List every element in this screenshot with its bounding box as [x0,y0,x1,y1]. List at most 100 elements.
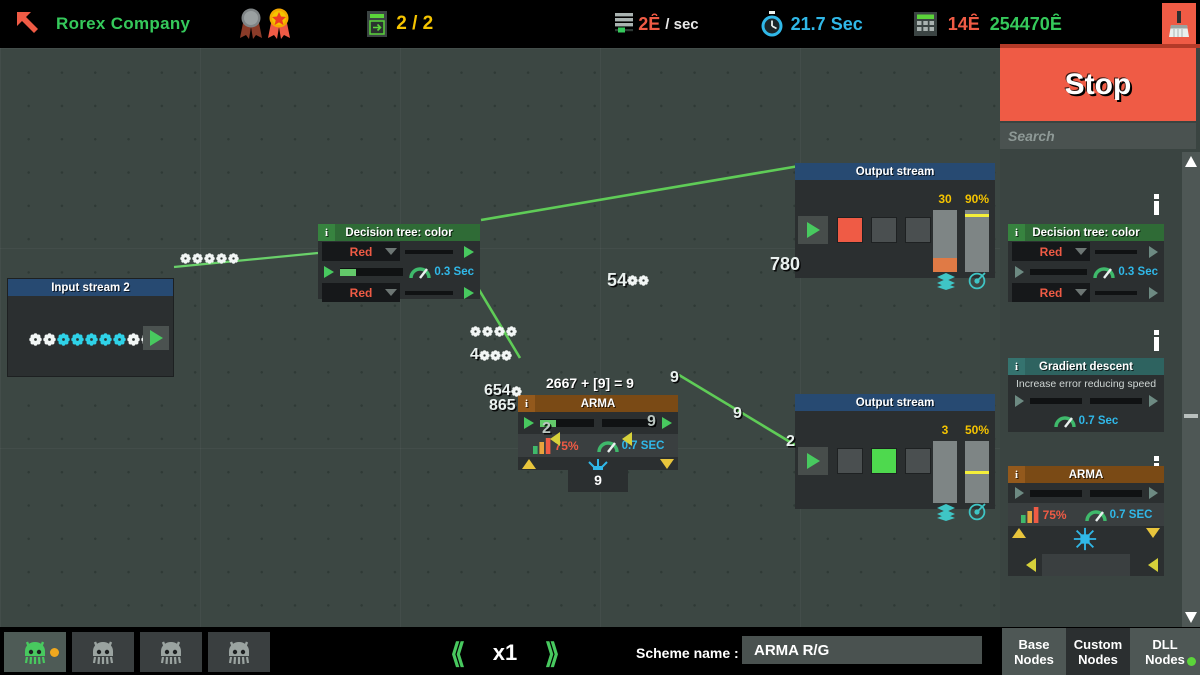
output-port[interactable] [1142,245,1164,258]
scheme-name-input[interactable]: ARMA R/G [742,636,982,664]
medals-group[interactable] [238,7,292,41]
arma-right-input-triangle-icon[interactable] [1148,558,1158,572]
input-color-dropdown[interactable]: Red [322,242,400,261]
node-title-bar: i Gradient descent [1008,358,1164,375]
node-graph-canvas[interactable]: Input stream 2 i Decision tree: color Re… [0,48,1000,627]
info-icon[interactable]: i [318,224,335,241]
node-title-text: Decision tree: color [1032,226,1140,239]
speed-slider[interactable] [1030,269,1088,275]
arma-right-input-triangle-icon[interactable] [622,432,632,446]
output-play-button[interactable] [798,447,828,475]
input-color-dropdown[interactable]: Red [1012,242,1090,261]
info-marker-2[interactable] [1154,330,1159,351]
node-title-text: ARMA [1068,468,1104,481]
tab-base-nodes[interactable]: Base Nodes [1002,628,1066,675]
arma-quality: 75% [1020,506,1067,523]
input-port[interactable] [318,266,340,278]
output-play-button[interactable] [798,216,828,244]
tab-label-line1: DLL [1152,636,1178,652]
arma-slider-left[interactable] [1030,489,1082,497]
arma-left-input-triangle-icon[interactable] [550,432,560,446]
output-port[interactable] [1142,487,1164,499]
chevron-left-icon[interactable]: ⟪ [450,637,466,670]
swatch-red[interactable] [837,217,863,243]
play-icon [662,417,672,429]
wire-label-4: 4 [470,346,512,364]
scrollbar-thumb[interactable] [1184,414,1198,418]
tab-dll-nodes[interactable]: DLL Nodes [1130,628,1200,675]
output-color-dropdown[interactable]: Red [1012,283,1090,302]
output-color-dropdown[interactable]: Red [322,283,400,302]
swatch-empty-2[interactable] [905,448,931,474]
tab-custom-nodes[interactable]: Custom Nodes [1066,628,1130,675]
gear-icon [501,349,512,361]
stop-button[interactable]: Stop [1000,48,1196,121]
input-play-button[interactable] [143,326,169,350]
output-port[interactable] [1142,395,1164,407]
gear-cluster [479,349,512,361]
info-icon[interactable]: i [1008,466,1025,483]
output-port[interactable] [458,286,480,299]
triangle-down-icon[interactable] [660,459,674,469]
scheme-tab-1[interactable] [4,632,66,672]
gd-slider-left[interactable] [1030,398,1082,404]
info-icon[interactable]: i [1008,358,1025,375]
info-marker-1[interactable] [1154,194,1159,215]
swatch-empty-1[interactable] [871,217,897,243]
node-decision-tree-color[interactable]: i Decision tree: color Red 0.3 Sec Red [318,224,480,302]
gauge-icon [1084,509,1107,522]
triangle-up-icon[interactable] [522,459,536,469]
tab-label-line2: Nodes [1078,651,1118,667]
speed-slider[interactable] [340,268,404,276]
stack-meter-body [933,210,957,272]
node-input-stream-2[interactable]: Input stream 2 [8,279,173,376]
triangle-down-icon[interactable] [1185,612,1197,623]
chevron-right-icon[interactable]: ⟫ [544,637,560,670]
output-port[interactable] [458,245,480,258]
accuracy-meter-body [965,210,989,272]
search-input[interactable]: Search [1000,123,1196,149]
output-port[interactable] [1142,286,1164,299]
dropdown-value: Red [349,244,373,259]
input-port[interactable] [1008,395,1030,407]
node-palette[interactable]: i Decision tree: color Red 0.3 Sec Red i… [1000,152,1196,627]
scheme-name-label: Scheme name : [636,645,739,661]
input-port[interactable] [518,417,540,429]
gear-icon [71,333,84,346]
palette-item-decision-tree[interactable]: i Decision tree: color Red 0.3 Sec Red [1008,224,1164,302]
node-title-bar: Input stream 2 [8,279,173,296]
pal-arma-stats-row: 75% 0.7 SEC [1008,503,1164,526]
arma-footer-value-box: 9 [568,470,628,492]
pal-arma-bottom-row [1008,526,1164,554]
node-subtitle: Increase error reducing speed [1015,378,1157,390]
arma-slider-right[interactable] [1090,489,1142,497]
input-port[interactable] [1008,487,1030,499]
scheme-tab-3[interactable] [140,632,202,672]
palette-item-arma[interactable]: i ARMA 75% 0.7 SEC [1008,466,1164,576]
play-icon [149,330,163,346]
swatch-empty-1[interactable] [837,448,863,474]
triangle-up-icon[interactable] [1012,528,1026,538]
clean-broom-button[interactable] [1162,3,1196,45]
triangle-up-icon[interactable] [1185,156,1197,167]
logo-arrow-up-left-icon[interactable] [14,9,44,39]
level-box-icon [367,11,388,37]
arma-left-input-triangle-icon[interactable] [1026,558,1036,572]
output-port[interactable] [656,417,678,429]
gd-slider-right[interactable] [1090,398,1142,404]
play-icon [1014,266,1024,278]
connector-line [1095,290,1137,295]
info-icon[interactable]: i [1008,224,1025,241]
palette-item-gradient-descent[interactable]: i Gradient descent Increase error reduci… [1008,358,1164,432]
node-output-stream-1[interactable]: Output stream 30 90% [795,163,995,290]
scheme-tab-4[interactable] [208,632,270,672]
swatch-green[interactable] [871,448,897,474]
dt-input-row: Red [318,242,480,261]
input-port[interactable] [1008,266,1030,278]
triangle-down-icon[interactable] [1146,528,1160,538]
palette-scrollbar[interactable] [1182,152,1200,627]
node-output-stream-2[interactable]: Output stream 3 50% [795,394,995,521]
scheme-tab-2[interactable] [72,632,134,672]
bar-chart-icon [1020,507,1038,523]
swatch-empty-2[interactable] [905,217,931,243]
